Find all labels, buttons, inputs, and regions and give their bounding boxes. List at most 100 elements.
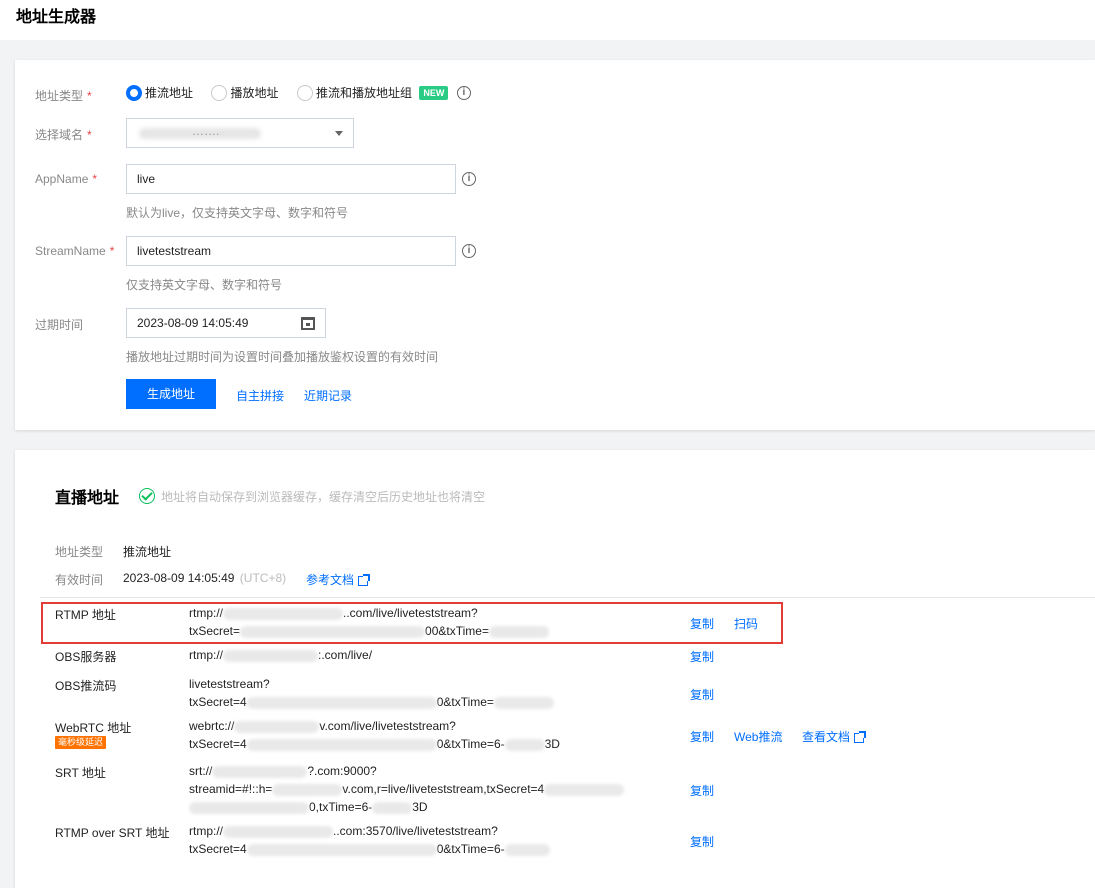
expire-hint: 播放地址过期时间为设置时间叠加播放鉴权设置的有效时间 bbox=[126, 350, 439, 364]
valid-time-datetime: 2023-08-09 14:05:49 bbox=[123, 571, 235, 585]
low-latency-badge: 毫秒级延迟 bbox=[55, 736, 107, 749]
cache-notice: 地址将自动保存到浏览器缓存，缓存清空后历史地址也将清空 bbox=[161, 490, 486, 504]
masked-text bbox=[488, 625, 549, 638]
addr-text: rtmp:// bbox=[189, 648, 224, 662]
masked-text bbox=[372, 801, 413, 814]
valid-time-label: 有效时间 bbox=[55, 573, 104, 587]
copy-button[interactable]: 复制 bbox=[690, 728, 714, 745]
webrtc-label: WebRTC 地址 bbox=[55, 721, 132, 735]
new-badge: NEW bbox=[419, 85, 449, 100]
info-icon[interactable]: i bbox=[462, 172, 476, 186]
masked-text bbox=[272, 783, 343, 796]
custom-link[interactable]: 自主拼接 bbox=[236, 387, 284, 404]
scan-qr-button[interactable]: 扫码 bbox=[734, 615, 758, 632]
result-title: 直播地址 bbox=[55, 490, 120, 507]
calendar-icon[interactable] bbox=[301, 317, 315, 330]
masked-text bbox=[246, 738, 437, 751]
addr-text: txSecret=4 bbox=[189, 842, 247, 856]
addr-text: 3D bbox=[544, 737, 560, 751]
masked-text bbox=[544, 783, 625, 796]
result-type-label: 地址类型 bbox=[55, 545, 104, 559]
result-type-value: 推流地址 bbox=[123, 545, 172, 559]
streamname-label: StreamName * bbox=[35, 244, 115, 258]
expire-date-input[interactable]: 2023-08-09 14:05:49 bbox=[126, 308, 326, 338]
appname-input[interactable]: live bbox=[126, 164, 456, 194]
external-link-icon bbox=[358, 573, 371, 586]
masked-text bbox=[223, 607, 344, 620]
streamname-input[interactable]: liveteststream bbox=[126, 236, 456, 266]
divider bbox=[40, 597, 1095, 598]
webrtc-address: webrtc:// v.com/live/liveteststream? txSe… bbox=[189, 717, 560, 753]
addr-text: txSecret=4 bbox=[189, 737, 247, 751]
masked-text bbox=[246, 843, 437, 856]
addr-text: 3D bbox=[412, 800, 428, 814]
addr-text: srt:// bbox=[189, 764, 213, 778]
addr-text: streamid=#!::h= bbox=[189, 782, 273, 796]
generate-button[interactable]: 生成地址 bbox=[126, 379, 216, 409]
valid-time-timezone: (UTC+8) bbox=[239, 571, 287, 585]
info-icon[interactable]: i bbox=[456, 85, 471, 100]
rtmp-address: rtmp:// ..com/live/liveteststream? txSecr… bbox=[189, 604, 549, 640]
info-icon[interactable]: i bbox=[462, 244, 476, 258]
obs-stream-key: liveteststream? txSecret=4 0&txTime= bbox=[189, 675, 554, 711]
copy-button[interactable]: 复制 bbox=[690, 833, 714, 850]
reference-doc-link[interactable]: 参考文档 bbox=[306, 571, 371, 588]
radio-checked-icon[interactable] bbox=[126, 84, 142, 101]
copy-button[interactable]: 复制 bbox=[690, 648, 714, 665]
expire-value: 2023-08-09 14:05:49 bbox=[137, 316, 249, 330]
radio-push-play-group[interactable]: 推流和播放地址组 bbox=[296, 84, 412, 101]
addr-text: txSecret=4 bbox=[189, 695, 247, 709]
addr-text: ?.com:9000? bbox=[307, 764, 377, 778]
result-card bbox=[15, 450, 1095, 888]
radio-push[interactable]: 推流地址 bbox=[126, 84, 193, 101]
radio-unchecked-icon[interactable] bbox=[211, 84, 228, 101]
addr-text: v.com/live/liveteststream? bbox=[319, 719, 456, 733]
addr-text: :.com/live/ bbox=[318, 648, 373, 662]
addr-text: v.com,r=live/liveteststream,txSecret=4 bbox=[342, 782, 545, 796]
addr-text: liveteststream? bbox=[189, 677, 270, 691]
masked-text bbox=[223, 825, 334, 838]
chevron-down-icon bbox=[335, 131, 343, 136]
masked-text bbox=[240, 625, 426, 638]
domain-label: 选择域名 * bbox=[35, 128, 92, 142]
view-doc-link[interactable]: 查看文档 bbox=[802, 728, 867, 745]
addr-text: 0&txTime= bbox=[436, 695, 494, 709]
rtmp-label: RTMP 地址 bbox=[55, 608, 116, 622]
copy-button[interactable]: 复制 bbox=[690, 782, 714, 799]
srt-label: SRT 地址 bbox=[55, 766, 106, 780]
masked-text bbox=[234, 720, 320, 733]
radio-play[interactable]: 播放地址 bbox=[211, 84, 278, 101]
addr-text: rtmp:// bbox=[189, 824, 224, 838]
external-link-icon bbox=[854, 730, 867, 743]
recent-records-link[interactable]: 近期记录 bbox=[304, 387, 352, 404]
appname-hint: 默认为live，仅支持英文字母、数字和符号 bbox=[126, 206, 349, 220]
copy-button[interactable]: 复制 bbox=[690, 686, 714, 703]
domain-value: ……. bbox=[192, 124, 220, 138]
obs-server-address: rtmp:// :.com/live/ bbox=[189, 646, 372, 664]
obs-server-label: OBS服务器 bbox=[55, 650, 117, 664]
appname-label: AppName * bbox=[35, 172, 98, 186]
addr-text: 0&txTime=6- bbox=[436, 842, 505, 856]
radio-unchecked-icon[interactable] bbox=[296, 84, 313, 101]
masked-text bbox=[504, 843, 550, 856]
rtmp-over-srt-label: RTMP over SRT 地址 bbox=[55, 826, 170, 840]
masked-text bbox=[246, 696, 437, 709]
streamname-hint: 仅支持英文字母、数字和符号 bbox=[126, 278, 283, 292]
address-type-label: 地址类型 * bbox=[35, 89, 92, 103]
expire-label: 过期时间 bbox=[35, 318, 84, 332]
view-doc-label: 查看文档 bbox=[802, 730, 851, 744]
addr-text: 00&txTime= bbox=[425, 624, 489, 638]
top-bar: 地址生成器 bbox=[0, 0, 1095, 40]
address-type-radio-group: 推流地址 播放地址 推流和播放地址组 NEW i bbox=[126, 84, 471, 102]
masked-text bbox=[493, 696, 554, 709]
addr-text: 0,txTime=6- bbox=[309, 800, 373, 814]
web-push-button[interactable]: Web推流 bbox=[734, 728, 782, 745]
addr-text: txSecret= bbox=[189, 624, 241, 638]
reference-doc-label: 参考文档 bbox=[306, 573, 355, 587]
addr-text: rtmp:// bbox=[189, 606, 224, 620]
valid-time-value: 2023-08-09 14:05:49 (UTC+8) bbox=[123, 571, 286, 585]
copy-button[interactable]: 复制 bbox=[690, 615, 714, 632]
addr-text: 0&txTime=6- bbox=[436, 737, 505, 751]
domain-select[interactable]: ……. bbox=[126, 118, 354, 148]
addr-text: ..com/live/liveteststream? bbox=[343, 606, 478, 620]
